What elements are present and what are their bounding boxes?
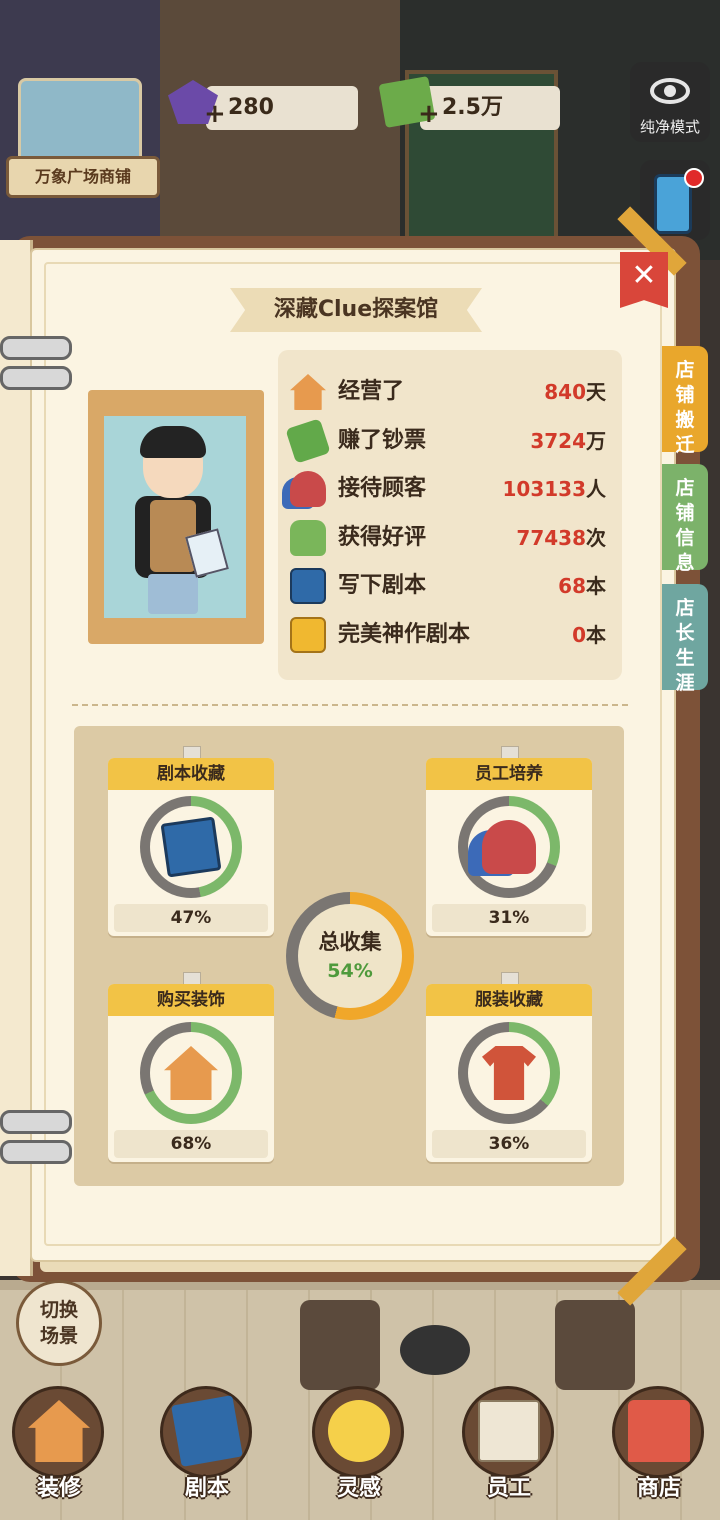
binder-ring	[0, 1140, 72, 1164]
gem-amount: 280	[228, 95, 274, 120]
close-button[interactable]: ✕	[620, 252, 668, 308]
script-book-icon	[171, 1395, 243, 1467]
cash-amount: 2.5万	[442, 95, 503, 120]
stat-number: 840	[544, 380, 586, 404]
card-title: 服装收藏	[426, 984, 592, 1016]
binder-ring	[0, 1110, 72, 1134]
stat-row: 获得好评 77438次	[290, 516, 620, 560]
gold-script-icon	[290, 616, 326, 653]
gem-counter[interactable]: + 280	[168, 80, 358, 130]
round-table	[400, 1325, 470, 1375]
decoration-card[interactable]: 购买装饰 68%	[108, 972, 274, 1162]
add-cash-icon[interactable]: +	[418, 92, 440, 136]
money-icon	[285, 417, 331, 464]
stat-label: 接待顾客	[338, 476, 427, 501]
shop-icon	[628, 1400, 690, 1462]
binder-ring	[0, 366, 72, 390]
nav-scripts[interactable]: 剧本	[152, 1382, 262, 1512]
stat-number: 3724	[530, 428, 586, 453]
card-title: 剧本收藏	[108, 758, 274, 790]
staff-icon	[482, 820, 536, 874]
stat-row: 赚了钞票 3724万	[285, 417, 620, 464]
tab-manager-career[interactable]: 店长生涯	[662, 584, 708, 694]
stat-unit: 天	[586, 380, 606, 404]
stat-value: 840天	[544, 370, 606, 414]
stat-number: 0	[572, 622, 586, 647]
stat-unit: 次	[586, 525, 606, 550]
pure-mode-label: 纯净模式	[639, 118, 700, 136]
shop-name-label: 万象广场商铺	[6, 156, 160, 198]
nav-decorate[interactable]: 装修	[4, 1382, 114, 1512]
stat-value: 103133人	[503, 467, 607, 511]
script-collection-card[interactable]: 剧本收藏 47%	[108, 746, 274, 936]
stat-label: 赚了钞票	[338, 427, 427, 453]
notification-dot	[684, 168, 704, 188]
stat-unit: 本	[586, 574, 606, 598]
add-gems-icon[interactable]: +	[204, 92, 226, 136]
nav-shop[interactable]: 商店	[604, 1382, 714, 1512]
armchair	[300, 1300, 380, 1390]
house-icon	[290, 374, 326, 410]
id-card-icon	[478, 1400, 540, 1462]
card-percent: 47%	[114, 904, 268, 932]
stat-label: 经营了	[338, 379, 405, 404]
total-collection-label: 总收集	[318, 930, 382, 954]
stat-number: 68	[558, 574, 586, 598]
stat-unit: 万	[586, 428, 606, 453]
divider	[72, 704, 628, 706]
switch-scene-button[interactable]: 切换 场景	[16, 1280, 102, 1366]
card-percent: 68%	[114, 1130, 268, 1158]
stat-row: 写下剧本 68本	[290, 564, 620, 608]
stat-row: 完美神作剧本 0本	[290, 613, 620, 657]
total-collection-percent: 54%	[327, 960, 373, 982]
costume-collection-card[interactable]: 服装收藏 36%	[426, 972, 592, 1162]
armchair	[555, 1300, 635, 1390]
stat-label: 完美神作剧本	[338, 621, 471, 647]
thumbs-up-icon	[290, 519, 326, 556]
stat-row: 接待顾客 103133人	[290, 467, 620, 511]
card-title: 购买装饰	[108, 984, 274, 1016]
stat-number: 77438	[516, 525, 586, 550]
stat-value: 68本	[558, 564, 606, 608]
script-book-icon	[160, 816, 222, 878]
store-title: 深藏Clue探案馆	[273, 297, 439, 322]
stat-number: 103133	[502, 477, 587, 501]
script-book-icon	[290, 568, 326, 604]
stat-value: 3724万	[530, 419, 606, 463]
stat-unit: 人	[586, 477, 606, 501]
stat-label: 写下剧本	[338, 573, 427, 598]
people-icon	[290, 471, 326, 507]
card-title: 员工培养	[426, 758, 592, 790]
tab-relocate-store[interactable]: 店铺搬迁	[662, 346, 708, 456]
shop-thumbnail[interactable]	[18, 78, 142, 164]
stat-label: 获得好评	[338, 524, 427, 550]
card-percent: 31%	[432, 904, 586, 932]
nav-staff[interactable]: 员工	[454, 1382, 564, 1512]
stat-unit: 本	[586, 622, 606, 647]
pure-mode-button[interactable]: 纯净模式	[630, 62, 710, 142]
stat-value: 0本	[572, 613, 606, 657]
switch-scene-label: 切换 场景	[39, 1299, 78, 1347]
card-percent: 36%	[432, 1130, 586, 1158]
tab-store-info[interactable]: 店铺信息	[662, 464, 708, 574]
crystal-ball-icon	[328, 1400, 390, 1462]
stat-row: 经营了 840天	[290, 370, 620, 414]
binder-ring	[0, 336, 72, 360]
staff-training-card[interactable]: 员工培养 31%	[426, 746, 592, 936]
cash-counter[interactable]: + 2.5万	[378, 75, 560, 130]
stat-value: 77438次	[516, 516, 606, 560]
nav-inspiration[interactable]: 灵感	[304, 1382, 414, 1512]
